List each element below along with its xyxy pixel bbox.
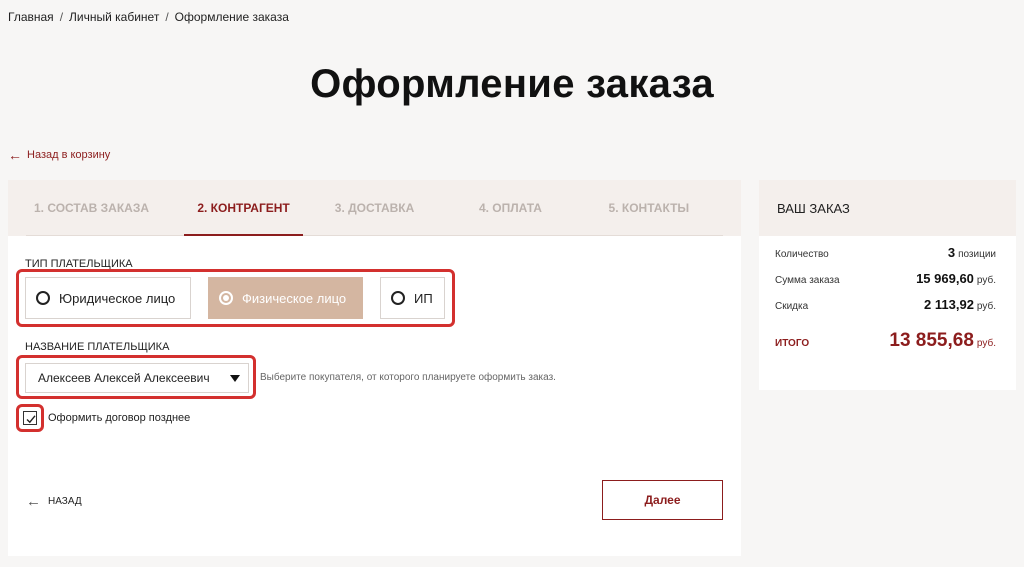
discount-unit: руб. [976,301,996,312]
breadcrumb: Главная / Личный кабинет / Оформление за… [8,10,289,24]
breadcrumb-current: Оформление заказа [174,10,289,24]
order-sum-row: Сумма заказа 15 969,60 руб. [775,270,996,288]
total-label: Итого [775,338,810,349]
checkout-steps: 1. Состав заказа 2. Контрагент 3. Достав… [8,180,741,236]
quantity-value: 3 [947,245,956,260]
next-button[interactable]: Далее [602,480,723,520]
radio-label: Юридическое лицо [59,290,176,306]
sum-label: Сумма заказа [775,275,840,286]
sum-unit: руб. [976,275,996,286]
checkmark-icon [26,415,36,424]
payer-type-individual[interactable]: Физическое лицо [208,277,363,319]
back-button-label: Назад [48,496,82,507]
discount-value: 2 113,92 [924,297,974,312]
breadcrumb-separator: / [59,10,64,24]
radio-icon [391,291,405,305]
caret-down-icon [230,375,240,382]
step-contacts[interactable]: 5. Контакты [575,180,723,235]
order-quantity-row: Количество 3 позиции [775,244,996,262]
step-delivery[interactable]: 3. Доставка [303,180,446,235]
radio-label: Физическое лицо [242,290,347,306]
breadcrumb-home[interactable]: Главная [8,10,54,24]
total-unit: руб. [976,338,996,349]
payer-type-entrepreneur[interactable]: ИП [380,277,445,319]
payer-name-hint: Выберите покупателя, от которого планиру… [260,372,556,383]
discount-label: Скидка [775,301,809,312]
radio-label: ИП [414,290,433,306]
radio-selected-icon [219,291,233,305]
payer-name-value: Алексеев Алексей Алексеевич [38,371,210,385]
step-payment[interactable]: 4. Оплата [446,180,575,235]
arrow-left-icon: ← [26,493,41,510]
back-button[interactable]: ← Назад [26,494,82,509]
checkout-form: 1. Состав заказа 2. Контрагент 3. Достав… [8,180,741,556]
contract-later-label: Оформить договор позднее [48,412,191,424]
quantity-label: Количество [775,249,829,260]
back-to-cart-link[interactable]: ← Назад в корзину [8,148,110,162]
payer-type-legal-entity[interactable]: Юридическое лицо [25,277,191,319]
back-to-cart-label: Назад в корзину [27,149,111,161]
step-composition[interactable]: 1. Состав заказа [26,180,184,235]
payer-name-select[interactable]: Алексеев Алексей Алексеевич [25,363,249,393]
payer-name-label: Название плательщика [25,341,170,353]
breadcrumb-account[interactable]: Личный кабинет [69,10,159,24]
order-discount-row: Скидка 2 113,92 руб. [775,296,996,314]
order-total-row: Итого 13 855,68 руб. [775,330,996,352]
total-value: 13 855,68 [889,330,974,351]
contract-later-checkbox[interactable] [23,411,37,425]
order-summary-title: Ваш заказ [759,180,1016,236]
page-title: Оформление заказа [310,62,714,106]
breadcrumb-separator: / [165,10,169,24]
quantity-unit: позиции [958,249,996,260]
arrow-left-icon: ← [8,147,22,163]
radio-icon [36,291,50,305]
step-counterparty[interactable]: 2. Контрагент [184,180,303,236]
order-summary: Ваш заказ Количество 3 позиции Сумма зака… [759,180,1016,390]
sum-value: 15 969,60 [916,271,974,286]
